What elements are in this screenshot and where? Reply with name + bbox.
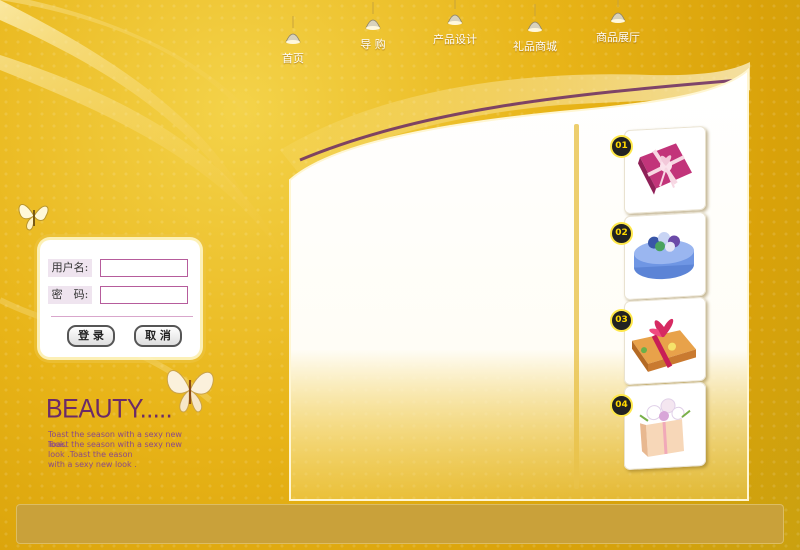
- beauty-heading: BEAUTY.....: [46, 393, 173, 425]
- beauty-text-line: Toast the season with a sexy new: [48, 440, 182, 449]
- product-number-badge: 04: [610, 394, 633, 417]
- nav-item-product-design[interactable]: 产品设计: [415, 0, 495, 47]
- product-card[interactable]: [624, 381, 706, 471]
- page-background: 首页 导 购 产品设计 礼品商城 商品展厅 用户名: 密 码: 登 录 取 消 …: [0, 0, 800, 550]
- product-number-badge: 03: [610, 309, 633, 332]
- password-label: 密 码:: [48, 286, 92, 304]
- form-divider: [51, 316, 193, 317]
- hanging-lamp-icon: [362, 2, 384, 34]
- password-input[interactable]: [100, 286, 188, 304]
- login-button[interactable]: 登 录: [67, 325, 115, 347]
- username-label: 用户名:: [48, 259, 92, 277]
- hanging-lamp-icon: [282, 16, 304, 48]
- product-number-badge: 01: [610, 135, 633, 158]
- gift-box-icon: [638, 143, 692, 195]
- nav-item-showroom[interactable]: 商品展厅: [578, 0, 658, 45]
- butterfly-icon: [18, 204, 49, 231]
- product-card[interactable]: [624, 125, 706, 215]
- cancel-button[interactable]: 取 消: [134, 325, 182, 347]
- nav-label-showroom: 商品展厅: [596, 31, 640, 44]
- hanging-lamp-icon: [607, 0, 629, 27]
- username-row: 用户名:: [48, 259, 188, 277]
- nav-label-guide: 导 购: [360, 38, 386, 51]
- product-card[interactable]: [624, 211, 706, 301]
- login-form: 用户名: 密 码: 登 录 取 消: [40, 240, 200, 357]
- hanging-lamp-icon: [524, 4, 546, 36]
- nav-label-product-design: 产品设计: [433, 33, 477, 46]
- hanging-lamp-icon: [444, 0, 466, 29]
- flower-gift-box-icon: [639, 398, 691, 457]
- candy-box-icon: [632, 318, 696, 372]
- password-row: 密 码:: [48, 286, 188, 304]
- username-input[interactable]: [100, 259, 188, 277]
- nav-label-home: 首页: [282, 52, 304, 65]
- nav-label-gift-mall: 礼品商城: [513, 40, 557, 53]
- nav-item-guide[interactable]: 导 购: [333, 2, 413, 52]
- footer-bar: [16, 504, 784, 544]
- product-number-badge: 02: [610, 222, 633, 245]
- beauty-text-line: with a sexy new look .: [48, 460, 137, 469]
- nav-item-home[interactable]: 首页: [253, 16, 333, 66]
- product-card[interactable]: [624, 296, 706, 386]
- beauty-text-line: look .Toast the eason: [48, 450, 133, 459]
- flower-tin-icon: [634, 232, 694, 280]
- nav-item-gift-mall[interactable]: 礼品商城: [495, 4, 575, 54]
